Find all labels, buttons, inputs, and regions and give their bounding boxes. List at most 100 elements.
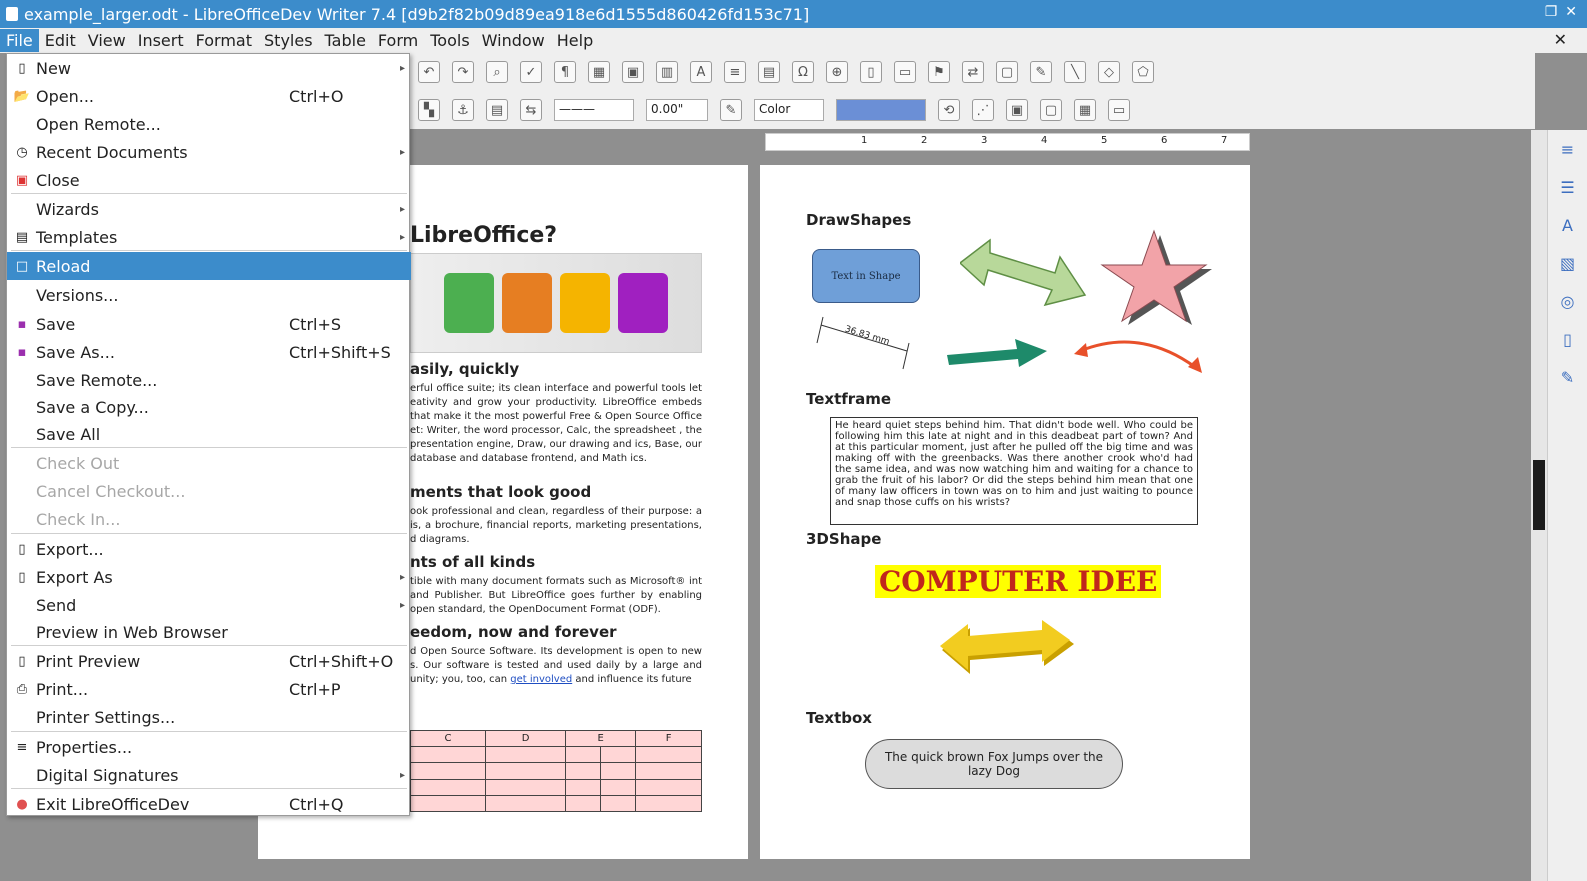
restore-icon[interactable]: ❐ [1545,4,1558,20]
calc-logo-icon [444,273,494,333]
file-menu-item-send[interactable]: Send ▸ [7,591,411,619]
sidebar-menu-icon[interactable]: ≡ [1555,136,1581,162]
fill-color-select[interactable] [836,99,926,121]
file-menu-item-preview-in-web-browser[interactable]: Preview in Web Browser [7,618,411,646]
page-break-icon[interactable]: ≡ [724,61,746,83]
comment-icon[interactable]: ▢ [996,61,1018,83]
send-back-icon[interactable]: ▢ [1040,99,1062,121]
rounded-textbox[interactable]: The quick brown Fox Jumps over the lazy … [865,739,1123,789]
footnote-icon[interactable]: ▯ [860,61,882,83]
properties-panel-icon[interactable]: ☰ [1555,174,1581,200]
menu-form[interactable]: Form [372,29,424,52]
line-color-icon[interactable]: ✎ [720,99,742,121]
file-menu-item-open[interactable]: 📂 Open... Ctrl+O [7,82,411,110]
area-style-select[interactable]: Color [754,99,824,121]
formatting-marks-icon[interactable]: ¶ [554,61,576,83]
track-changes-icon[interactable]: ✎ [1030,61,1052,83]
shadow-icon[interactable]: ▭ [1108,99,1130,121]
basic-shapes-icon[interactable]: ◇ [1098,61,1120,83]
file-menu-item-export[interactable]: ▯ Export... [7,535,411,563]
undo-icon[interactable]: ↶ [418,61,440,83]
group-icon[interactable]: ▦ [1074,99,1096,121]
menu-help[interactable]: Help [551,29,599,52]
scrollbar-thumb[interactable] [1533,460,1545,530]
menu-tools[interactable]: Tools [424,29,475,52]
doc-table[interactable]: C D E F [410,729,702,813]
style-inspector-icon[interactable]: ✎ [1555,364,1581,390]
anchor-icon[interactable]: ⚓ [452,99,474,121]
menu-styles[interactable]: Styles [258,29,319,52]
insert-chart-icon[interactable]: ▥ [656,61,678,83]
menu-window[interactable]: Window [476,29,551,52]
bookmark-icon[interactable]: ⚑ [928,61,950,83]
gallery-panel-icon[interactable]: ▧ [1555,250,1581,276]
curved-red-arrow-shape[interactable] [1070,327,1210,377]
close-document-x-icon[interactable]: ✕ [1554,30,1567,49]
insert-textbox-icon[interactable]: A [690,61,712,83]
get-involved-link[interactable]: get involved [510,674,572,685]
file-menu-item-open-remote[interactable]: Open Remote... [7,110,411,138]
rounded-rectangle-shape[interactable]: Text in Shape [812,249,920,303]
draw-logo-icon [560,273,610,333]
file-menu-item-reload[interactable]: □ Reload [7,252,411,280]
spelling-icon[interactable]: ✓ [520,61,542,83]
insert-image-icon[interactable]: ▣ [622,61,644,83]
file-menu-item-new[interactable]: ▯ New ▸ [7,54,411,82]
3d-double-arrow-shape[interactable] [938,620,1078,680]
page-panel-icon[interactable]: ▯ [1555,326,1581,352]
wrap-icon[interactable]: ▚ [418,99,440,121]
insert-field-icon[interactable]: ▤ [758,61,780,83]
file-menu-item-save-as[interactable]: ▪ Save As... Ctrl+Shift+S [7,338,411,366]
insert-line-icon[interactable]: ╲ [1064,61,1086,83]
styles-panel-icon[interactable]: A [1555,212,1581,238]
file-menu-item-templates[interactable]: ▤ Templates ▸ [7,223,411,251]
horizontal-ruler[interactable]: 1 2 3 4 5 6 7 [765,133,1250,151]
line-width-input[interactable]: 0.00" [646,99,708,121]
wordart-text[interactable]: COMPUTER IDEE [875,565,1162,598]
cross-reference-icon[interactable]: ⇄ [962,61,984,83]
double-arrow-shape[interactable] [960,235,1090,315]
file-menu-item-wizards[interactable]: Wizards ▸ [7,195,411,223]
align-icon[interactable]: ▤ [486,99,508,121]
bring-front-icon[interactable]: ▣ [1006,99,1028,121]
file-menu-item-save-all[interactable]: Save All [7,420,411,448]
rotate-icon[interactable]: ⟲ [938,99,960,121]
document-page-right[interactable]: DrawShapes Text in Shape 36.83 mm Textfr… [760,165,1250,859]
text-frame[interactable]: He heard quiet steps behind him. That di… [830,417,1198,525]
green-arrow-shape[interactable] [945,333,1050,373]
file-menu-item-save-a-copy[interactable]: Save a Copy... [7,393,411,421]
draw-functions-icon[interactable]: ⬠ [1132,61,1154,83]
close-icon[interactable]: ✕ [1565,4,1577,20]
special-character-icon[interactable]: Ω [792,61,814,83]
menu-file[interactable]: File [0,29,39,52]
menu-view[interactable]: View [82,29,132,52]
menu-edit[interactable]: Edit [39,29,82,52]
points-icon[interactable]: ⋰ [972,99,994,121]
star-shape[interactable] [1100,229,1215,329]
menu-format[interactable]: Format [190,29,258,52]
file-menu-item-versions[interactable]: Versions... [7,281,411,309]
endnote-icon[interactable]: ▭ [894,61,916,83]
menu-insert[interactable]: Insert [132,29,190,52]
insert-table-icon[interactable]: ▦ [588,61,610,83]
file-menu-item-exit-libreofficedev[interactable]: ● Exit LibreOfficeDev Ctrl+Q [7,790,411,818]
hyperlink-icon[interactable]: ⊕ [826,61,848,83]
file-menu-item-digital-signatures[interactable]: Digital Signatures ▸ [7,761,411,789]
file-menu-item-close[interactable]: ▣ Close [7,166,411,194]
redo-icon[interactable]: ↷ [452,61,474,83]
file-menu-item-printer-settings[interactable]: Printer Settings... [7,703,411,731]
file-menu-item-export-as[interactable]: ▯ Export As ▸ [7,563,411,591]
file-menu-item-recent-documents[interactable]: ◷ Recent Documents ▸ [7,138,411,166]
line-style-select[interactable]: ——— [554,99,634,121]
navigator-panel-icon[interactable]: ◎ [1555,288,1581,314]
dimension-line-shape[interactable] [815,315,915,375]
menu-table[interactable]: Table [319,29,372,52]
file-menu-item-save-remote[interactable]: Save Remote... [7,366,411,394]
file-menu-item-save[interactable]: ▪ Save Ctrl+S [7,310,411,338]
file-menu-item-properties[interactable]: ≡ Properties... [7,733,411,761]
vertical-scrollbar[interactable] [1531,130,1547,881]
find-replace-icon[interactable]: ⌕ [486,61,508,83]
file-menu-item-print[interactable]: ⎙ Print... Ctrl+P [7,675,411,703]
line-ends-icon[interactable]: ⇆ [520,99,542,121]
file-menu-item-print-preview[interactable]: ▯ Print Preview Ctrl+Shift+O [7,647,411,675]
